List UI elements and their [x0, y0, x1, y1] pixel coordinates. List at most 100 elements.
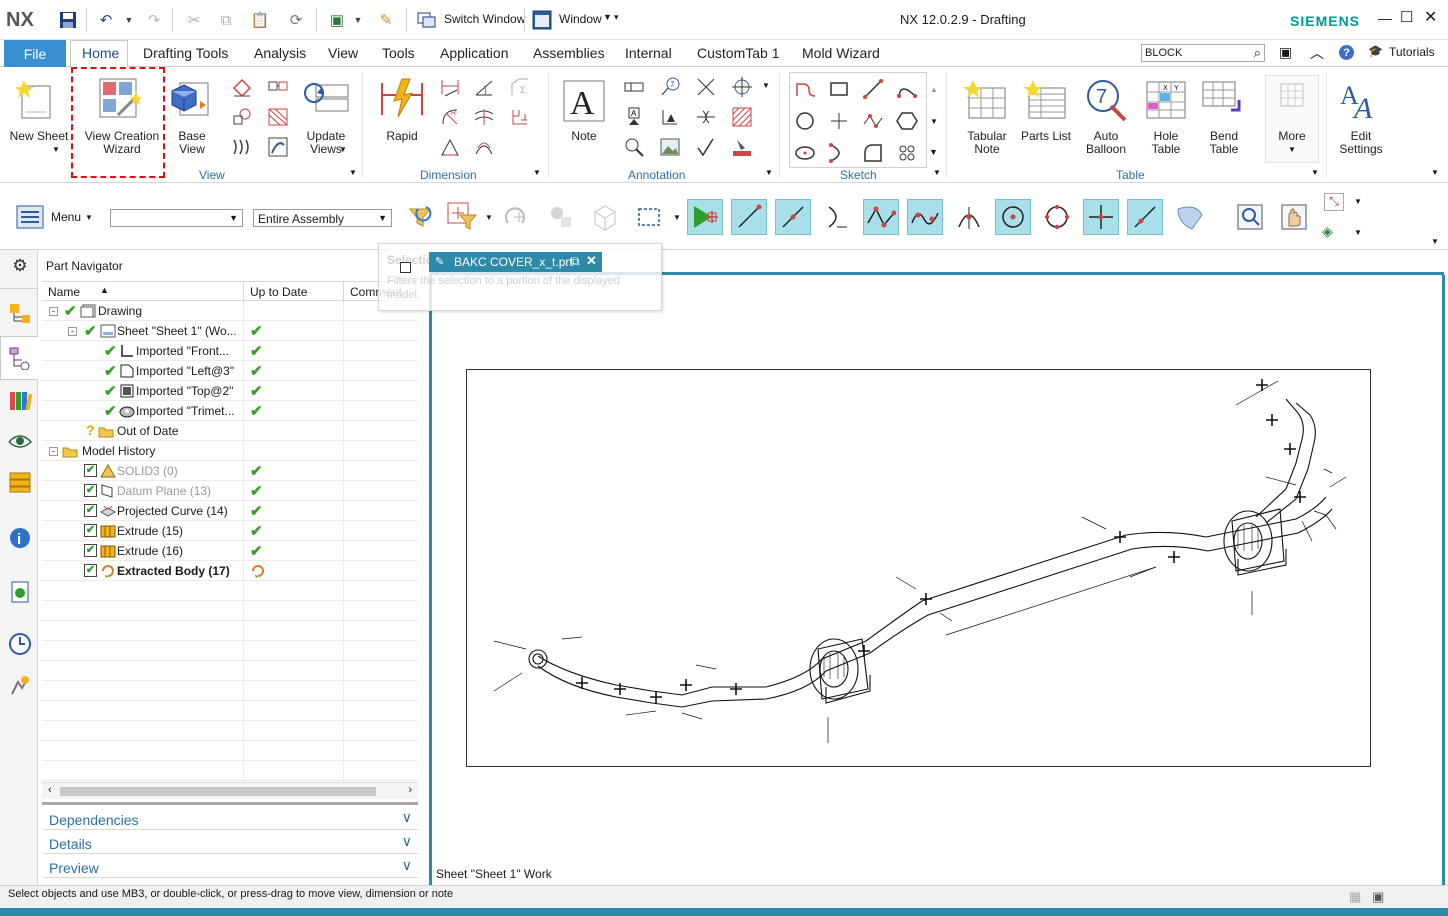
chamfer-dimension-icon[interactable]: Σ: [508, 75, 532, 99]
switch-window-icon[interactable]: [414, 9, 440, 31]
close-icon[interactable]: ✕: [1424, 7, 1437, 27]
selection-scope-select[interactable]: Entire Assembly ▼: [253, 209, 392, 227]
copy-icon[interactable]: ⧉: [214, 9, 238, 31]
projected-view-icon[interactable]: [230, 75, 254, 99]
surface-finish-icon[interactable]: [694, 135, 718, 159]
rapid-label[interactable]: Rapid: [378, 130, 426, 143]
tab-tools[interactable]: Tools: [382, 45, 415, 61]
minimize-icon[interactable]: —: [1378, 10, 1392, 26]
circle-icon[interactable]: [793, 109, 817, 133]
preview-panel[interactable]: Preview ∨: [44, 856, 418, 878]
touch-dropdown-icon[interactable]: ▼: [352, 9, 364, 31]
auto-balloon-icon[interactable]: 7: [1082, 77, 1130, 123]
window-icon[interactable]: [530, 9, 554, 31]
component-filter-icon[interactable]: [543, 199, 579, 235]
centerline-icon[interactable]: [694, 75, 718, 99]
tab-home[interactable]: Home: [82, 45, 119, 61]
tabular-note-icon[interactable]: [962, 77, 1010, 123]
symmetric-centerline-icon[interactable]: [694, 105, 718, 129]
base-view-icon[interactable]: [170, 77, 214, 121]
assembly-navigator-icon[interactable]: [8, 302, 32, 326]
wireframe-cube-icon[interactable]: [587, 199, 623, 235]
linear-dimension-icon[interactable]: [438, 75, 462, 99]
collapse-ribbon-icon[interactable]: ︿: [1310, 43, 1324, 63]
render-style-dropdown-icon[interactable]: ▼: [1354, 228, 1362, 237]
render-style-icon[interactable]: ◈: [1322, 223, 1346, 241]
existing-point-snap-icon[interactable]: [1083, 199, 1119, 235]
base-view-label[interactable]: Base View: [170, 130, 214, 156]
tree-row-imported-top[interactable]: ✔ Imported "Top@2" ✔: [42, 381, 418, 401]
reset-filter-icon[interactable]: [402, 199, 438, 235]
tree-row-imported-front[interactable]: ✔ Imported "Front... ✔: [42, 341, 418, 361]
tree-row-extrude-16[interactable]: ✔ Extrude (16) ✔: [42, 541, 418, 561]
tutorials-icon[interactable]: 🎓: [1368, 44, 1383, 58]
touch-mode-icon[interactable]: ▣: [324, 9, 350, 31]
customize-icon[interactable]: ✎: [372, 9, 400, 31]
detail-view-icon[interactable]: [266, 75, 290, 99]
fit-view-dropdown-icon[interactable]: ▼: [1354, 197, 1362, 206]
help-icon[interactable]: ?: [1339, 45, 1354, 60]
tree-row-drawing[interactable]: - ✔ Drawing: [42, 301, 418, 321]
point-on-curve-line-snap-icon[interactable]: [1127, 199, 1163, 235]
undock-icon[interactable]: ⧉: [571, 254, 580, 269]
collapse-icon[interactable]: -: [49, 447, 58, 456]
point-on-curve-snap-icon[interactable]: [819, 199, 855, 235]
break-view-icon[interactable]: [230, 135, 254, 159]
rapid-dimension-icon[interactable]: [378, 75, 426, 121]
thickness-dimension-icon[interactable]: [472, 105, 496, 129]
command-search-input[interactable]: BLOCK ⌕: [1141, 44, 1265, 62]
history-document-icon[interactable]: [8, 580, 32, 604]
note-label[interactable]: Note: [560, 130, 608, 143]
parts-list-label[interactable]: Parts List: [1020, 130, 1072, 143]
angular-dimension-icon[interactable]: [472, 75, 496, 99]
tree-row-imported-left[interactable]: ✔ Imported "Left@3" ✔: [42, 361, 418, 381]
tab-close-icon[interactable]: ✕: [586, 253, 597, 269]
visibility-checkbox[interactable]: ✔: [84, 524, 97, 537]
repeat-command-icon[interactable]: ⟳: [284, 9, 308, 31]
tab-application[interactable]: Application: [440, 45, 509, 61]
view-group-dropdown-icon[interactable]: ▼: [349, 168, 357, 177]
scroll-left-icon[interactable]: ‹: [48, 784, 52, 796]
selection-filter-dropdown-icon[interactable]: ▼: [485, 213, 493, 222]
horizontal-scrollbar[interactable]: ‹ ›: [42, 782, 418, 799]
customize-qat-icon[interactable]: ▾: [614, 12, 619, 23]
redo-icon[interactable]: ↷: [142, 9, 166, 31]
conic-icon[interactable]: [827, 141, 851, 165]
ordinate-dimension-icon[interactable]: [508, 105, 532, 129]
tree-row-out-of-date[interactable]: ? Out of Date: [42, 421, 418, 441]
point-on-spline-snap-icon[interactable]: [907, 199, 943, 235]
edit-settings-label[interactable]: Edit Settings: [1332, 130, 1390, 156]
magnify-annotation-icon[interactable]: [622, 135, 646, 159]
collapse-icon[interactable]: -: [49, 307, 58, 316]
edit-settings-icon[interactable]: AA: [1338, 77, 1384, 123]
status-filter-icon[interactable]: ▦: [1349, 889, 1361, 905]
enable-snap-point-icon[interactable]: [687, 199, 723, 235]
parts-list-icon[interactable]: [1022, 77, 1070, 123]
save-icon[interactable]: [56, 9, 80, 31]
feature-control-frame-icon[interactable]: [622, 75, 646, 99]
tab-mold-wizard[interactable]: Mold Wizard: [802, 45, 880, 61]
fit-view-icon[interactable]: ⤡: [1324, 193, 1344, 211]
crosshatch-icon[interactable]: [730, 105, 754, 129]
radial-dimension-icon[interactable]: R: [438, 105, 462, 129]
ribbon-expand-icon[interactable]: ▼: [1431, 168, 1439, 177]
arc-center-snap-icon[interactable]: [995, 199, 1031, 235]
point-on-face-snap-icon[interactable]: [1171, 199, 1207, 235]
tree-row-projected-curve[interactable]: ✔ Projected Curve (14) ✔: [42, 501, 418, 521]
document-tab-front[interactable]: ✎ BAKC COVER_x_t.prt ⧉ ✕: [429, 252, 602, 272]
tree-row-extracted-body[interactable]: ✔ Extracted Body (17): [42, 561, 418, 581]
point-icon[interactable]: [827, 109, 851, 133]
maximize-icon[interactable]: ☐: [1400, 8, 1413, 26]
balloon-icon[interactable]: 7: [658, 75, 682, 99]
new-sheet-icon[interactable]: [14, 77, 56, 121]
arc-icon[interactable]: [895, 77, 919, 101]
tree-row-imported-trimetric[interactable]: ✔ Imported "Trimet... ✔: [42, 401, 418, 421]
full-screen-icon[interactable]: ▣: [1372, 889, 1384, 905]
history-clock-icon[interactable]: [8, 632, 32, 656]
tree-row-model-history[interactable]: - Model History: [42, 441, 418, 461]
visibility-checkbox[interactable]: ✔: [84, 544, 97, 557]
tab-customtab-1[interactable]: CustomTab 1: [697, 45, 779, 61]
view-boundary-icon[interactable]: [266, 135, 290, 159]
tree-row-extrude-15[interactable]: ✔ Extrude (15) ✔: [42, 521, 418, 541]
zoom-window-icon[interactable]: [1232, 199, 1268, 235]
